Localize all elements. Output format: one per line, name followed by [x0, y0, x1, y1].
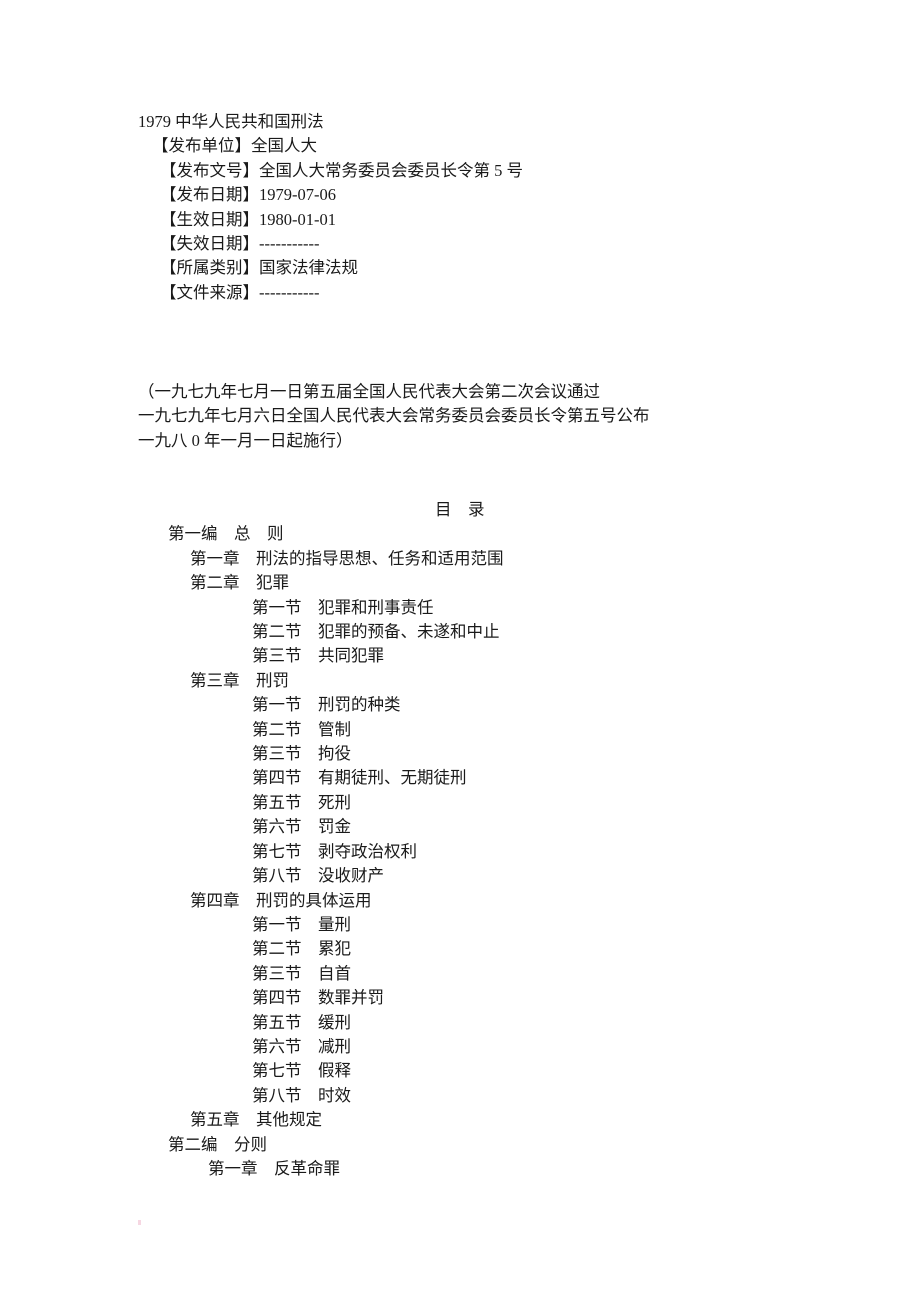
toc-entry-chapter[interactable]: 第二章 犯罪 [0, 571, 920, 595]
table-of-contents-list: 第一编 总 则第一章 刑法的指导思想、任务和适用范围 第二章 犯罪 第一节 犯罪和刑… [0, 522, 920, 1181]
document-page: 1979 中华人民共和国刑法 【发布单位】全国人大 【发布文号】全国人大常务委员… [0, 0, 920, 1302]
metadata-document-number: 【发布文号】全国人大常务委员会委员长令第 5 号 [160, 160, 523, 180]
toc-entry-section[interactable]: 第二节 管制 [0, 718, 920, 742]
table-of-contents: 目 录 第一编 总 则第一章 刑法的指导思想、任务和适用范围 第二章 犯罪 第一节 … [0, 498, 920, 1181]
metadata-effective-date: 【生效日期】1980-01-01 [160, 209, 336, 229]
toc-entry-chapter[interactable]: 第一章 刑法的指导思想、任务和适用范围 [0, 547, 920, 571]
toc-entry-part[interactable]: 第一编 总 则 [0, 522, 920, 546]
table-of-contents-heading: 目 录 [435, 500, 485, 519]
scan-artifact [138, 1220, 141, 1225]
toc-entry-section[interactable]: 第一节 刑罚的种类 [0, 693, 920, 717]
toc-entry-chapter[interactable]: 第四章 刑罚的具体运用 [0, 889, 920, 913]
document-title: 1979 中华人民共和国刑法 [138, 112, 324, 131]
toc-entry-section[interactable]: 第四节 有期徒刑、无期徒刑 [0, 766, 920, 790]
toc-entry-section[interactable]: 第二节 累犯 [0, 937, 920, 961]
toc-entry-section[interactable]: 第六节 减刑 [0, 1035, 920, 1059]
document-metadata-block: 1979 中华人民共和国刑法 【发布单位】全国人大 【发布文号】全国人大常务委员… [0, 110, 920, 305]
promulgation-line-2: 一九七九年七月六日全国人民代表大会常务委员会委员长令第五号公布 [138, 406, 650, 426]
toc-entry-section[interactable]: 第一节 量刑 [0, 913, 920, 937]
toc-entry-section[interactable]: 第四节 数罪并罚 [0, 986, 920, 1010]
metadata-issue-date: 【发布日期】1979-07-06 [160, 185, 336, 205]
toc-entry-chapter-deep[interactable]: 第一章 反革命罪 [0, 1157, 920, 1181]
toc-entry-section[interactable]: 第六节 罚金 [0, 815, 920, 839]
toc-entry-section[interactable]: 第三节 共同犯罪 [0, 644, 920, 668]
toc-entry-section[interactable]: 第五节 缓刑 [0, 1011, 920, 1035]
toc-entry-section[interactable]: 第七节 假释 [0, 1059, 920, 1083]
promulgation-line-3: 一九八 0 年一月一日起施行） [138, 430, 353, 450]
toc-entry-section[interactable]: 第八节 没收财产 [0, 864, 920, 888]
toc-entry-chapter[interactable]: 第三章 刑罚 [0, 669, 920, 693]
toc-entry-section[interactable]: 第七节 剥夺政治权利 [0, 840, 920, 864]
promulgation-line-1: （一九七九年七月一日第五届全国人民代表大会第二次会议通过 [138, 382, 600, 401]
promulgation-paragraph: （一九七九年七月一日第五届全国人民代表大会第二次会议通过 一九七九年七月六日全国… [0, 380, 920, 453]
metadata-source: 【文件来源】----------- [160, 282, 320, 302]
toc-entry-section[interactable]: 第一节 犯罪和刑事责任 [0, 596, 920, 620]
metadata-category: 【所属类别】国家法律法规 [160, 258, 358, 278]
toc-entry-section[interactable]: 第五节 死刑 [0, 791, 920, 815]
toc-entry-part[interactable]: 第二编 分则 [0, 1133, 920, 1157]
toc-entry-section[interactable]: 第三节 拘役 [0, 742, 920, 766]
toc-entry-section[interactable]: 第三节 自首 [0, 962, 920, 986]
toc-entry-chapter[interactable]: 第五章 其他规定 [0, 1108, 920, 1132]
metadata-issuing-authority: 【发布单位】全国人大 [152, 136, 317, 156]
toc-entry-section[interactable]: 第二节 犯罪的预备、未遂和中止 [0, 620, 920, 644]
metadata-expiry-date: 【失效日期】----------- [160, 234, 320, 254]
toc-entry-section[interactable]: 第八节 时效 [0, 1084, 920, 1108]
